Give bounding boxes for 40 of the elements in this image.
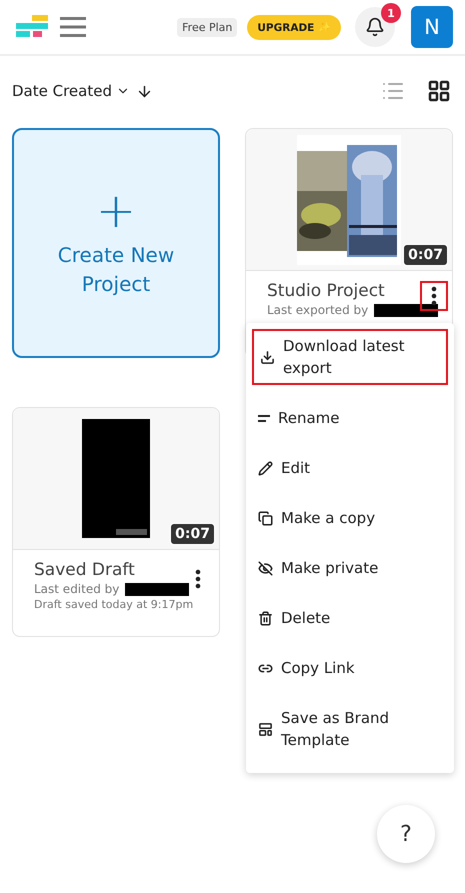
redaction-bar (374, 304, 438, 316)
more-icon (195, 569, 201, 589)
menu-item[interactable]: Edit (246, 443, 454, 493)
redaction-bar (125, 582, 190, 596)
avatar-button[interactable]: N (411, 6, 453, 48)
project-title: Studio Project (267, 281, 386, 301)
project-title: Saved Draft (34, 560, 136, 580)
notifications-button[interactable] (355, 7, 395, 47)
notification-count: 1 (381, 3, 401, 23)
menu-item[interactable]: Make a copy (246, 493, 454, 543)
lines-icon (258, 414, 270, 422)
menu-icon[interactable] (60, 16, 86, 38)
upgrade-button[interactable]: UPGRADE ✨ (247, 14, 341, 40)
grid-view-button[interactable] (427, 79, 451, 103)
create-project-button[interactable]: + Create New Project (12, 128, 220, 358)
duration-label: 0:07 (403, 244, 448, 266)
logo-icon (16, 15, 50, 39)
sort-dropdown[interactable]: Date Created (12, 82, 130, 100)
plan-badge: Free Plan (177, 18, 238, 36)
project-card[interactable]: 0:07 Saved Draft Last edited by Draft saved today at 9:17pm (12, 407, 220, 637)
help-button[interactable]: ? (377, 805, 435, 863)
download-icon (260, 350, 275, 364)
menu-item[interactable]: Make private (246, 543, 454, 593)
project-detail: Draft saved today at 9:17pm (34, 598, 194, 611)
project-subtitle: Last exported by (267, 303, 368, 317)
template-icon (258, 722, 273, 736)
bell-icon (365, 17, 385, 37)
menu-item[interactable]: Copy Link (246, 643, 454, 693)
copy-icon (258, 510, 273, 526)
trash-icon (258, 610, 273, 626)
menu-item[interactable]: Rename (246, 393, 454, 443)
project-subtitle: Last edited by (34, 582, 120, 596)
duration-label: 0:07 (170, 523, 215, 545)
menu-item[interactable]: Save as Brand Template (246, 693, 454, 765)
menu-item[interactable]: Download latest export (252, 329, 448, 385)
more-icon (431, 286, 437, 306)
more-button[interactable] (420, 281, 448, 311)
menu-item[interactable]: Delete (246, 593, 454, 643)
pencil-icon (258, 460, 273, 476)
eye-off-icon (258, 560, 273, 576)
